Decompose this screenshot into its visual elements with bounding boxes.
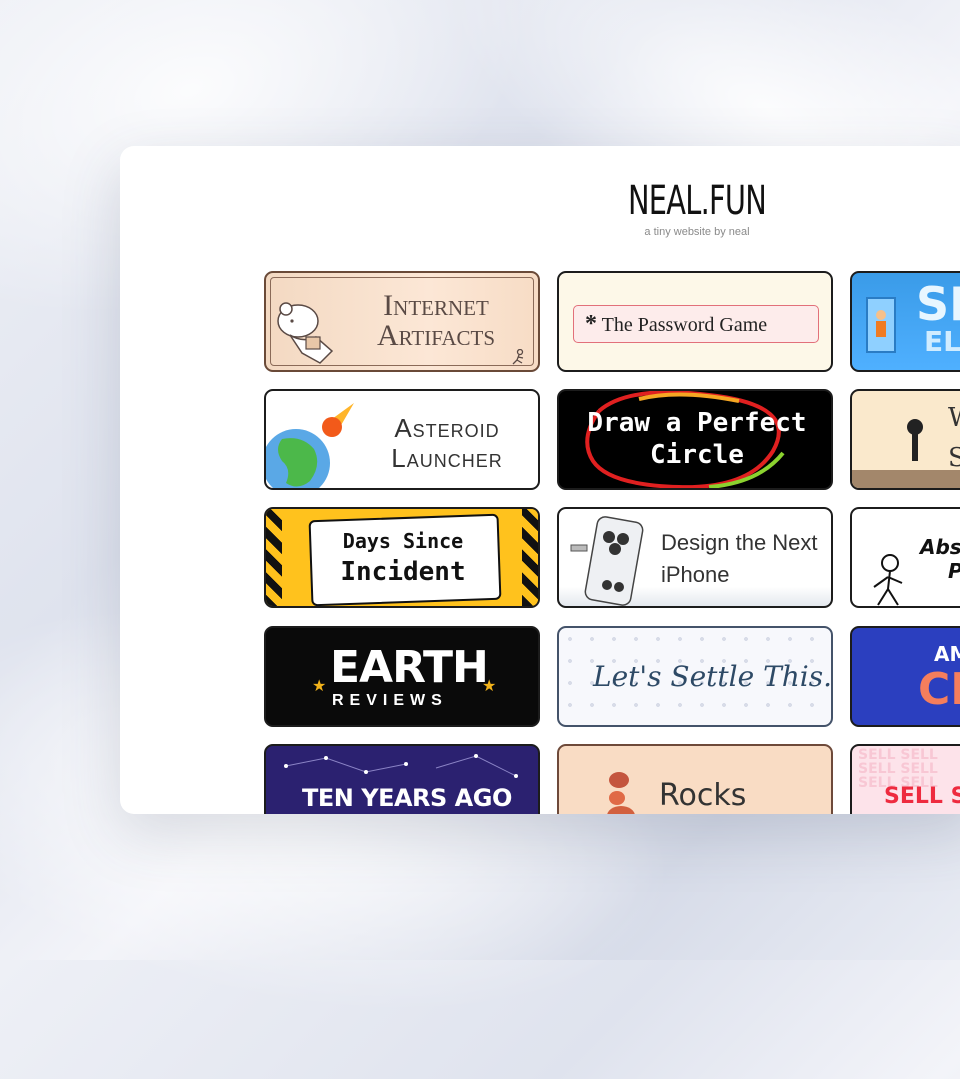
card-absurd[interactable]: Absu Pr bbox=[850, 507, 960, 608]
card-internet-artifacts[interactable]: Internet Artifacts bbox=[264, 271, 540, 372]
card-subtitle: CH bbox=[918, 664, 960, 715]
card-title: SP bbox=[916, 277, 960, 331]
card-days-since-incident[interactable]: Days Since Incident bbox=[264, 507, 540, 608]
card-title: * The Password Game bbox=[585, 311, 767, 338]
hazard-stripe bbox=[266, 509, 282, 606]
phone-icon bbox=[570, 516, 644, 606]
card-perfect-circle[interactable]: Draw a Perfect Circle bbox=[557, 389, 833, 490]
browser-window: NEAL.FUN a tiny website by neal Internet… bbox=[120, 146, 960, 814]
figure-icon bbox=[873, 554, 903, 606]
card-elevator[interactable]: SP EL bbox=[850, 271, 960, 372]
card-title: Asteroid Launcher bbox=[391, 413, 503, 473]
card-ten-years-ago[interactable]: TEN YEARS AGO bbox=[264, 744, 540, 814]
site-title[interactable]: NEAL.FUN bbox=[282, 178, 960, 224]
card-settle-this[interactable]: Let's Settle This. bbox=[557, 626, 833, 727]
card-title: TEN YEARS AGO bbox=[302, 784, 512, 812]
card-title: W bbox=[948, 403, 960, 433]
rat-icon bbox=[277, 302, 334, 364]
card-password-game[interactable]: * The Password Game bbox=[557, 271, 833, 372]
card-subtitle: S bbox=[948, 443, 960, 473]
card-subtitle: EL bbox=[924, 325, 960, 358]
card-sell[interactable]: SELL SELL SELL SELL SELL SELL SELL S bbox=[850, 744, 960, 814]
star-icon: ★ bbox=[312, 678, 327, 695]
card-title: SELL S bbox=[884, 784, 960, 809]
elevator-icon bbox=[866, 297, 896, 353]
card-am-ch[interactable]: AM CH bbox=[850, 626, 960, 727]
password-title: The Password Game bbox=[601, 314, 768, 336]
card-title: Draw a Perfect Circle bbox=[587, 408, 807, 470]
card-title: Internet Artifacts bbox=[376, 289, 496, 352]
card-rocks[interactable]: Rocks bbox=[557, 744, 833, 814]
card-subtitle: REVIEWS bbox=[332, 692, 448, 709]
card-title: Days Since bbox=[342, 529, 464, 553]
card-title: Let's Settle This. bbox=[593, 660, 832, 693]
card-title: AM bbox=[934, 642, 960, 666]
card-wind[interactable]: W S bbox=[850, 389, 960, 490]
site-subtitle: a tiny website by neal bbox=[644, 226, 750, 238]
ground bbox=[852, 470, 960, 488]
rock-stack-icon bbox=[607, 772, 635, 814]
asterisk-icon: * bbox=[585, 311, 597, 337]
card-title: Design the Next iPhone bbox=[661, 530, 818, 587]
card-design-iphone[interactable]: Design the Next iPhone bbox=[557, 507, 833, 608]
card-title: Absu bbox=[920, 535, 960, 559]
card-title: Rocks bbox=[659, 778, 747, 813]
running-figure-icon bbox=[512, 349, 524, 365]
hazard-stripe bbox=[522, 509, 538, 606]
star-icon: ★ bbox=[482, 678, 497, 695]
card-title: EARTH bbox=[330, 642, 489, 693]
meteor-icon bbox=[322, 403, 354, 437]
card-asteroid-launcher[interactable]: Asteroid Launcher bbox=[264, 389, 540, 490]
card-subtitle: Pr bbox=[948, 559, 960, 583]
card-subtitle: Incident bbox=[340, 557, 466, 587]
pin-icon bbox=[907, 419, 923, 461]
card-earth-reviews[interactable]: EARTH ★ REVIEWS ★ bbox=[264, 626, 540, 727]
